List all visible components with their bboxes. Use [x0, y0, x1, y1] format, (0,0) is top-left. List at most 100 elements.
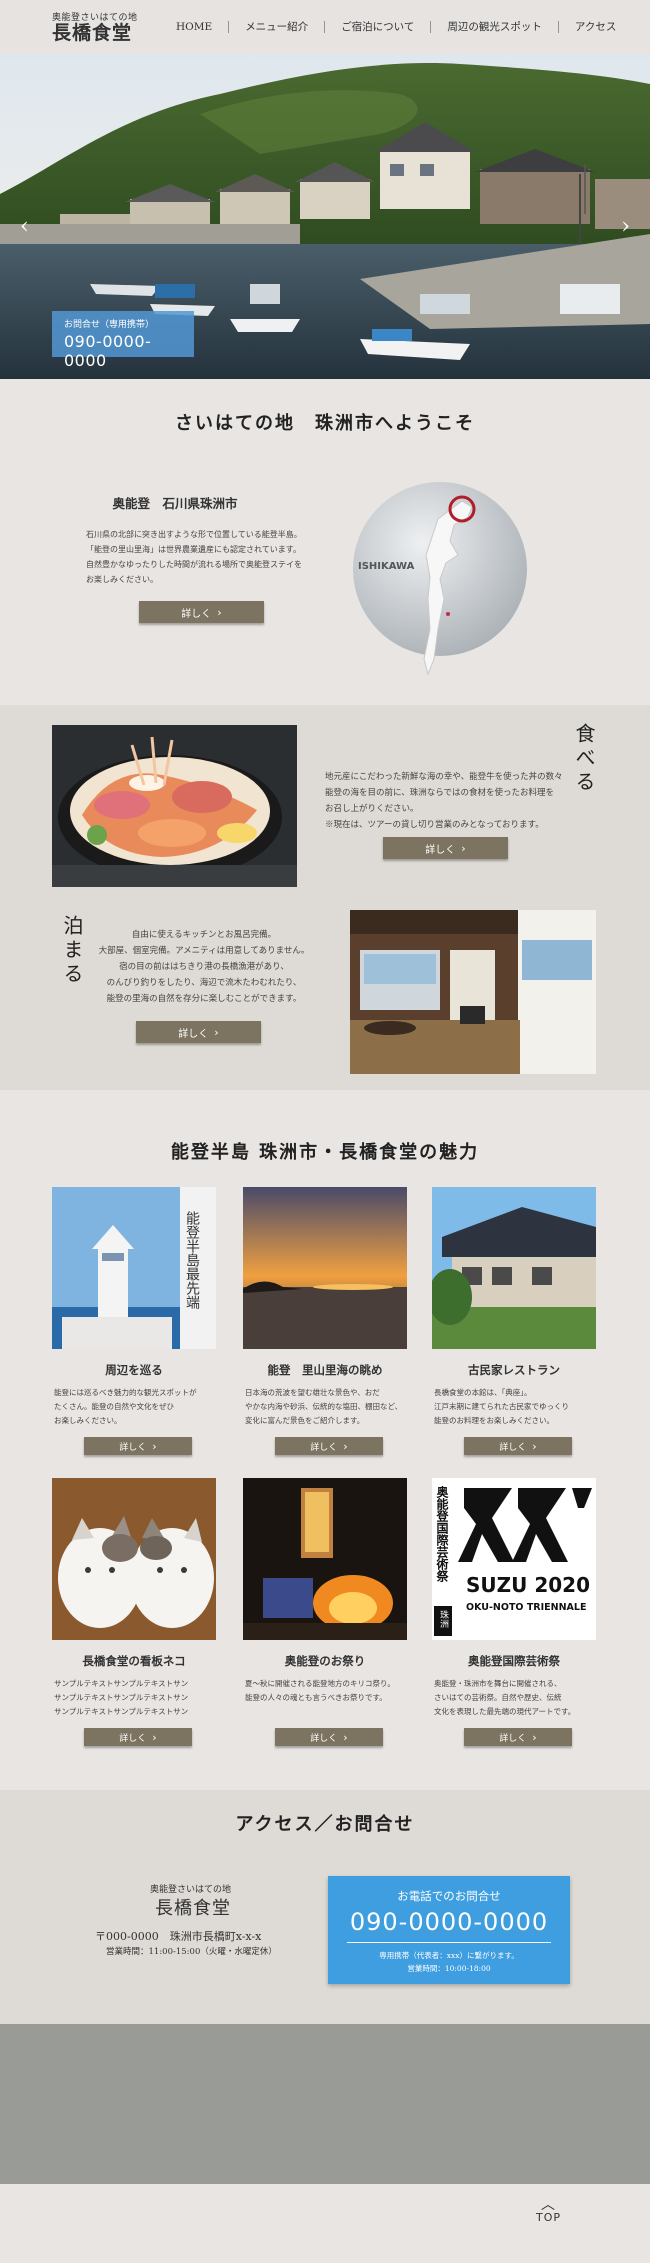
- card-text-line: 能登のお料理をお楽しみください。: [434, 1416, 554, 1425]
- welcome-desc-line: 石川県の北部に突き出すような形で位置している能登半島。: [86, 530, 302, 539]
- chevron-right-icon: ›: [532, 1439, 537, 1453]
- card-details-button[interactable]: 詳しく ›: [275, 1437, 383, 1455]
- card-text: 夏～秋に開催される能登地方のキリコ祭り。 能登の人々の魂とも言うべきお祭りです。: [243, 1677, 407, 1705]
- poster-kanji: 奥能登国際芸術祭: [435, 1485, 449, 1583]
- stay-title: 泊まる: [60, 915, 84, 987]
- card-details-button[interactable]: 詳しく ›: [84, 1437, 192, 1455]
- card-text-line: 文化を表現した最先端の現代アートです。: [434, 1707, 576, 1716]
- button-label: 詳しく: [425, 844, 456, 856]
- welcome-details-button[interactable]: 詳しく ›: [139, 601, 264, 623]
- access-shop-name: 長橋食堂: [155, 1898, 231, 1919]
- guest-room-photo: [350, 910, 596, 1074]
- food-desc-line: お召し上がりください。: [325, 804, 419, 814]
- card-text: 長橋食堂の本館は、「典座」。 江戸末期に建てられた古民家でゆっくり 能登のお料理…: [432, 1386, 596, 1428]
- chevron-right-icon: ›: [343, 1730, 348, 1744]
- phone-hours-line: 営業時間：10:00-18:00: [407, 1964, 491, 1973]
- attraction-card-art-festival[interactable]: 奥能登国際芸術祭 珠洲 SUZU 2020 OKU-NOTO TRIENNALE…: [432, 1478, 596, 1746]
- welcome-description: 石川県の北部に突き出すような形で位置している能登半島。 「能登の里山里海」は世界…: [86, 527, 326, 587]
- card-details-button[interactable]: 詳しく ›: [275, 1728, 383, 1746]
- button-label: 詳しく: [499, 1733, 527, 1744]
- attraction-card-tour[interactable]: 能登半島最先端 周辺を巡る 能登には巡るべき魅力的な観光スポットが たくさん。能…: [52, 1187, 216, 1455]
- card-caption: 能登 里山里海の眺め: [267, 1363, 383, 1377]
- chevron-right-icon: ›: [152, 1439, 157, 1453]
- ishikawa-map: ISHIKAWA: [353, 482, 527, 676]
- main-nav: HOME メニュー紹介 ご宿泊について 周辺の観光スポット アクセス: [160, 0, 632, 54]
- food-details-button[interactable]: 詳しく ›: [383, 837, 508, 859]
- chevron-right-icon: ›: [461, 841, 466, 855]
- festival-photo: [243, 1478, 407, 1640]
- chevron-right-icon: ›: [343, 1439, 348, 1453]
- card-text-line: 夏～秋に開催される能登地方のキリコ祭り。: [245, 1679, 395, 1688]
- attractions-title: 能登半島 珠洲市・長橋食堂の魅力: [170, 1142, 480, 1163]
- attraction-card-cat[interactable]: 長橋食堂の看板ネコ サンプルテキストサンプルテキストサン サンプルテキストサンプ…: [52, 1478, 216, 1746]
- card-text-line: 長橋食堂の本館は、「典座」。: [434, 1388, 532, 1397]
- food-desc-line: ※現在は、ツアーの貸し切り営業のみとなっております。: [325, 820, 544, 830]
- food-description: 地元産にこだわった新鮮な海の幸や、能登牛を使った丼の数々 能登の海を目の前に、珠…: [325, 769, 565, 833]
- nav-home[interactable]: HOME: [160, 21, 230, 33]
- welcome-section: さいはての地 珠洲市へようこそ 奥能登 石川県珠洲市 石川県の北部に突き出すよう…: [0, 379, 650, 705]
- button-label: 詳しく: [310, 1733, 338, 1744]
- stay-desc-line: 能登の里海の自然を存分に楽しむことができます。: [106, 994, 302, 1004]
- card-text-line: 江戸末期に建てられた古民家でゆっくり: [434, 1402, 569, 1411]
- poster-year: SUZU 2020: [466, 1573, 590, 1597]
- card-text: 能登には巡るべき魅力的な観光スポットが たくさん。能登の自然や文化をぜひ お楽し…: [52, 1386, 216, 1428]
- food-title: 食べる: [572, 723, 596, 795]
- card-caption: 奥能登国際芸術祭: [468, 1654, 560, 1668]
- card-details-button[interactable]: 詳しく ›: [84, 1728, 192, 1746]
- access-section: アクセス／お問合せ 奥能登さいはての地 長橋食堂 〒000-0000 珠洲市長橋…: [0, 1790, 650, 2024]
- stay-desc-line: 大部屋、個室完備。アメニティは用意してありません。: [98, 946, 310, 956]
- card-text-line: やかな内海や砂浜、伝統的な塩田、棚田など、: [245, 1402, 403, 1411]
- hero-next-arrow[interactable]: ›: [621, 214, 630, 239]
- nav-access[interactable]: アクセス: [559, 21, 632, 33]
- welcome-desc-line: 「能登の里山里海」は世界農業遺産にも認定されています。: [86, 545, 301, 554]
- map-placeholder-band: [0, 2024, 650, 2184]
- card-caption: 奥能登のお祭り: [284, 1654, 366, 1668]
- card-text-line: たくさん。能登の自然や文化をぜひ: [54, 1402, 174, 1411]
- chevron-right-icon: ›: [532, 1730, 537, 1744]
- hero-prev-arrow[interactable]: ‹: [20, 214, 29, 239]
- card-text-line: サンプルテキストサンプルテキストサン: [54, 1693, 189, 1702]
- welcome-desc-line: 自然豊かなゆったりした時間が流れる場所で奥能登ステイを: [86, 560, 302, 569]
- hero-contact-number: 090-0000-0000: [64, 332, 152, 370]
- attraction-card-restaurant[interactable]: 古民家レストラン 長橋食堂の本館は、「典座」。 江戸末期に建てられた古民家でゆっ…: [428, 1187, 596, 1455]
- food-stay-section: 食べる 地元産にこだわった新鮮な海の幸や、能登牛を使った丼の数々 能登の海を目の…: [0, 705, 650, 1090]
- cats-photo: [52, 1478, 216, 1640]
- nav-stay[interactable]: ご宿泊について: [325, 21, 432, 33]
- card-caption: 古民家レストラン: [468, 1363, 560, 1377]
- card-text: 日本海の荒波を望む雄壮な景色や、おだ やかな内海や砂浜、伝統的な塩田、棚田など、…: [243, 1386, 407, 1428]
- card-details-button[interactable]: 詳しく ›: [464, 1437, 572, 1455]
- attraction-card-scenery[interactable]: 能登 里山里海の眺め 日本海の荒波を望む雄壮な景色や、おだ やかな内海や砂浜、伝…: [243, 1187, 407, 1455]
- card-text-line: サンプルテキストサンプルテキストサン: [54, 1707, 189, 1716]
- food-desc-line: 地元産にこだわった新鮮な海の幸や、能登牛を使った丼の数々: [325, 772, 563, 782]
- attraction-card-festival[interactable]: 奥能登のお祭り 夏～秋に開催される能登地方のキリコ祭り。 能登の人々の魂とも言う…: [243, 1478, 407, 1746]
- nav-menu[interactable]: メニュー紹介: [229, 21, 326, 33]
- phone-contact-box[interactable]: お電話でのお問合せ 090-0000-0000 専用携帯（代表者：xxx）に繋が…: [328, 1876, 570, 1984]
- logo[interactable]: 奥能登さいはての地 長橋食堂: [52, 10, 138, 44]
- stay-details-button[interactable]: 詳しく ›: [136, 1021, 261, 1043]
- sunset-sea-photo: [243, 1187, 407, 1349]
- poster-name: OKU-NOTO TRIENNALE: [466, 1602, 586, 1613]
- card-details-button[interactable]: 詳しく ›: [464, 1728, 572, 1746]
- site-footer: ︿ TOP: [0, 2184, 650, 2259]
- site-header: 奥能登さいはての地 長橋食堂 HOME メニュー紹介 ご宿泊について 周辺の観光…: [0, 0, 650, 54]
- phone-number: 090-0000-0000: [347, 1908, 551, 1943]
- hero-contact-badge[interactable]: お問合せ（専用携帯） 090-0000-0000: [52, 311, 194, 370]
- welcome-desc-line: お楽しみください。: [86, 575, 158, 584]
- card-caption: 長橋食堂の看板ネコ: [82, 1654, 186, 1668]
- card-text-line: 能登の人々の魂とも言うべきお祭りです。: [245, 1693, 387, 1702]
- hero-contact-title: お問合せ（専用携帯）: [64, 320, 155, 330]
- card-text-line: 日本海の荒波を望む雄壮な景色や、おだ: [245, 1388, 380, 1397]
- button-label: 詳しく: [119, 1733, 147, 1744]
- back-to-top-button[interactable]: ︿ TOP: [536, 2198, 561, 2224]
- button-label: 詳しく: [499, 1442, 527, 1453]
- button-label: 詳しく: [178, 1028, 209, 1040]
- access-address: 〒000-0000 珠洲市長橋町x-x-x: [95, 1930, 262, 1943]
- food-desc-line: 能登の海を目の前に、珠洲ならではの食材を使ったお料理を: [325, 788, 554, 798]
- welcome-title: さいはての地 珠洲市へようこそ: [175, 413, 475, 434]
- card-text: 奥能登・珠洲市を舞台に開催される、 さいはての芸術祭。自然や歴史、伝統 文化を表…: [432, 1677, 596, 1719]
- nav-spots[interactable]: 周辺の観光スポット: [431, 21, 559, 33]
- card-caption: 周辺を巡る: [105, 1363, 163, 1377]
- seafood-bowl-photo: [52, 725, 297, 887]
- lighthouse-sign-text: 能登半島最先端: [184, 1211, 200, 1309]
- map-label: ISHIKAWA: [358, 561, 415, 572]
